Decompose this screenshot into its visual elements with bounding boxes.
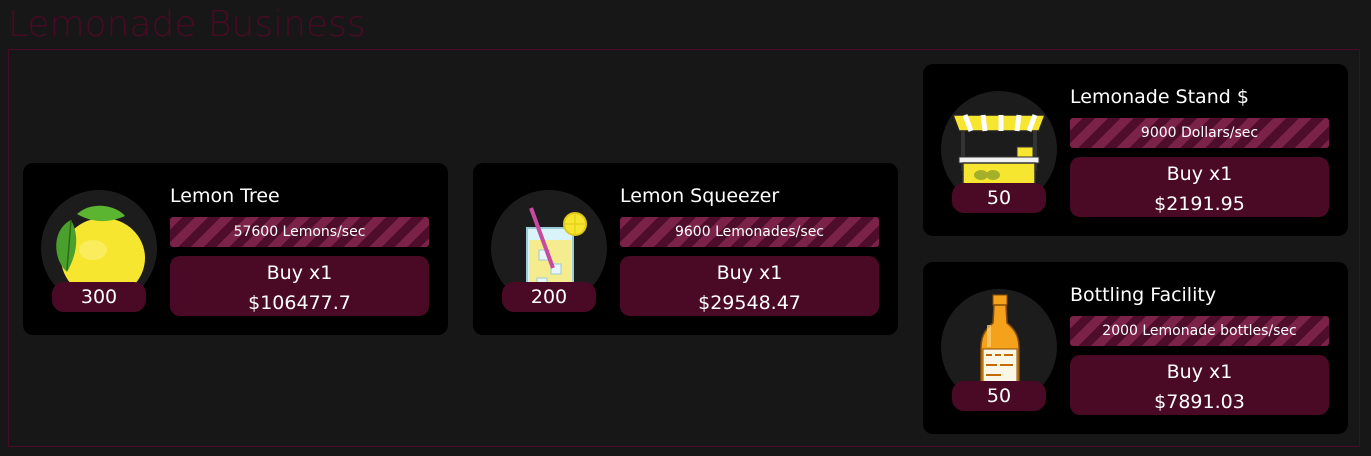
- business-card-lemon-squeezer: 200 Lemon Squeezer 9600 Lemonades/sec Bu…: [473, 163, 898, 335]
- item-name: Lemon Tree: [170, 185, 280, 207]
- buy-button[interactable]: Buy x1 $106477.7: [170, 256, 429, 316]
- buy-button[interactable]: Buy x1 $2191.95: [1070, 157, 1329, 217]
- buy-price: $2191.95: [1154, 193, 1245, 215]
- page-title: Lemonade Business: [8, 4, 366, 45]
- item-name: Lemonade Stand $: [1070, 86, 1249, 108]
- item-name: Lemon Squeezer: [620, 185, 780, 207]
- buy-label: Buy x1: [716, 262, 783, 284]
- buy-button[interactable]: Buy x1 $7891.03: [1070, 355, 1329, 415]
- production-rate-bar: 9600 Lemonades/sec: [620, 217, 879, 247]
- item-name: Bottling Facility: [1070, 284, 1217, 306]
- buy-price: $7891.03: [1154, 391, 1245, 413]
- owned-count: 50: [952, 183, 1046, 213]
- business-card-lemonade-stand: 50 Lemonade Stand $ 9000 Dollars/sec Buy…: [923, 64, 1348, 236]
- business-card-bottling-facility: 50 Bottling Facility 2000 Lemonade bottl…: [923, 262, 1348, 434]
- buy-label: Buy x1: [1166, 163, 1233, 185]
- owned-count: 300: [52, 282, 146, 312]
- owned-count: 200: [502, 282, 596, 312]
- buy-price: $106477.7: [248, 292, 351, 314]
- buy-button[interactable]: Buy x1 $29548.47: [620, 256, 879, 316]
- owned-count: 50: [952, 381, 1046, 411]
- buy-label: Buy x1: [1166, 361, 1233, 383]
- business-card-lemon-tree: 300 Lemon Tree 57600 Lemons/sec Buy x1 $…: [23, 163, 448, 335]
- production-rate-bar: 2000 Lemonade bottles/sec: [1070, 316, 1329, 346]
- buy-label: Buy x1: [266, 262, 333, 284]
- production-rate-bar: 9000 Dollars/sec: [1070, 118, 1329, 148]
- production-rate-bar: 57600 Lemons/sec: [170, 217, 429, 247]
- buy-price: $29548.47: [698, 292, 801, 314]
